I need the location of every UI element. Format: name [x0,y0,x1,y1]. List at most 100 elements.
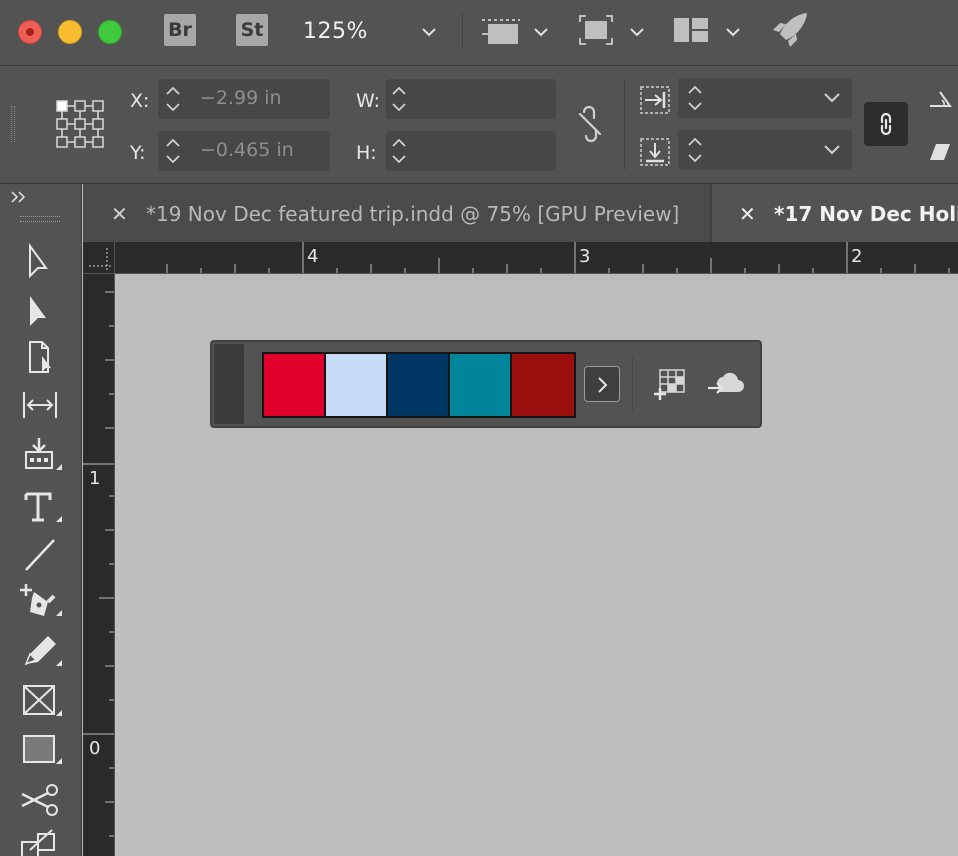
selection-tool-icon [29,242,48,279]
double-chevron-right-icon[interactable] [10,190,28,204]
close-window-button[interactable] [18,20,42,44]
chevron-down-icon[interactable] [420,24,438,40]
view-options-icon[interactable] [480,14,522,48]
x-value[interactable]: −2.99 in [200,87,282,109]
panel-grip[interactable] [20,216,60,222]
chevron-down-icon[interactable] [822,142,842,158]
tab-title[interactable]: *19 Nov Dec featured trip.indd @ 75% [GP… [146,202,679,226]
publish-online-icon[interactable] [770,10,810,50]
add-to-cc-library-icon[interactable] [706,368,746,400]
divider [632,356,633,412]
shear-angle-icon[interactable] [926,140,958,164]
chevron-down-icon[interactable] [822,90,842,106]
stepper-icon[interactable] [386,131,412,171]
document-tab-active[interactable]: ✕ *17 Nov Dec Holid [712,184,958,242]
line-tool[interactable] [18,534,62,576]
w-field[interactable] [386,79,556,119]
bridge-button[interactable]: Br [164,14,196,46]
rectangle-tool[interactable] [18,728,62,770]
stepper-icon[interactable] [386,79,412,119]
rotation-angle-icon[interactable] [926,88,958,112]
divider [624,80,625,170]
align-right-edge-icon[interactable] [640,86,670,114]
free-transform-tool[interactable] [18,826,62,856]
h-label: H: [356,142,377,164]
tab-close-icon[interactable]: ✕ [111,202,128,226]
chevron-down-icon[interactable] [724,24,742,40]
color-swatch[interactable] [388,354,450,416]
reference-point-icon[interactable] [54,98,106,150]
gap-tool-icon [23,392,57,418]
tab-title[interactable]: *17 Nov Dec Holid [774,202,958,226]
color-theme-swatches [262,352,576,418]
wrap-height-field[interactable] [678,130,852,170]
vertical-ruler[interactable]: 1 0 [83,274,115,856]
w-label: W: [356,90,381,112]
pen-tool[interactable] [18,580,62,622]
maximize-window-button[interactable] [98,20,122,44]
color-swatch[interactable] [512,354,574,416]
panel-grip[interactable] [11,106,15,142]
content-collector-icon [25,438,62,470]
pencil-tool[interactable] [18,630,62,672]
tools-panel [0,184,82,856]
free-transform-tool-icon [21,829,55,856]
ruler-label: 2 [851,246,863,267]
direct-selection-tool[interactable] [18,290,62,332]
y-label: Y: [130,142,146,164]
color-swatch[interactable] [264,354,326,416]
color-swatch[interactable] [450,354,512,416]
color-theme-panel [210,340,762,428]
x-field[interactable]: −2.99 in [158,79,330,119]
wrap-width-field[interactable] [678,78,852,118]
rectangle-frame-tool-icon [23,685,62,716]
stepper-icon[interactable] [160,131,186,171]
page-tool-icon [29,341,51,373]
rectangle-tool-icon [23,735,62,764]
y-field[interactable]: −0.465 in [158,131,330,171]
constrain-link-button[interactable] [864,102,908,146]
arrange-documents-icon[interactable] [672,16,710,44]
y-value[interactable]: −0.465 in [200,139,294,161]
add-theme-to-swatches-icon[interactable] [652,366,688,402]
link-icon [880,112,892,136]
ruler-ticks [166,242,950,273]
rectangle-frame-tool[interactable] [18,680,62,722]
stock-button[interactable]: St [236,14,268,46]
ruler-label: 1 [89,468,101,489]
panel-drag-handle[interactable] [214,344,244,424]
stepper-icon[interactable] [682,130,708,170]
type-tool[interactable] [18,486,62,528]
document-tab[interactable]: ✕ *19 Nov Dec featured trip.indd @ 75% [… [83,184,711,242]
screen-mode-icon[interactable] [578,14,614,46]
stepper-icon[interactable] [682,78,708,118]
content-collector-tool[interactable] [18,434,62,476]
chevron-down-icon[interactable] [532,24,550,40]
ruler-ticks [83,291,114,837]
scissors-tool[interactable] [18,780,62,822]
constrain-proportions-icon[interactable] [572,104,608,144]
minimize-window-button[interactable] [58,20,82,44]
ruler-origin[interactable] [83,242,115,274]
ruler-label: 3 [579,246,591,267]
align-bottom-edge-icon[interactable] [640,138,670,166]
horizontal-ruler[interactable]: 4 3 2 [115,242,958,274]
selection-tool[interactable] [18,240,62,282]
tab-close-icon[interactable]: ✕ [739,202,756,226]
scissors-tool-icon [21,784,58,816]
h-field[interactable] [386,131,556,171]
title-bar: Br St 125% [0,0,958,66]
ruler-origin-icon [89,248,111,270]
pen-tool-icon [20,584,62,616]
gap-tool[interactable] [18,384,62,426]
document-tab-bar: ✕ *19 Nov Dec featured trip.indd @ 75% [… [83,184,958,242]
type-tool-icon [24,492,62,522]
divider [462,12,463,48]
expand-theme-button[interactable] [584,366,620,402]
page-tool[interactable] [18,336,62,378]
color-swatch[interactable] [326,354,388,416]
stepper-icon[interactable] [160,79,186,119]
zoom-level[interactable]: 125% [303,19,368,44]
chevron-down-icon[interactable] [628,24,646,40]
line-tool-icon [25,539,55,571]
